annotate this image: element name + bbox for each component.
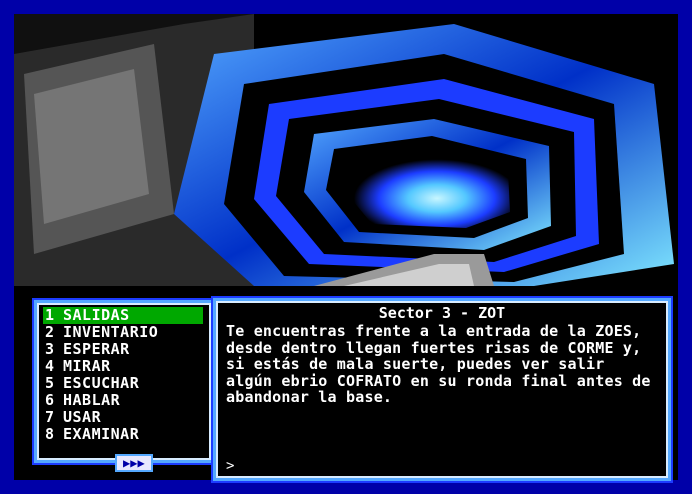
menu-item-hablar[interactable]: 6 HABLAR [43, 392, 203, 409]
menu-item-mirar[interactable]: 4 MIRAR [43, 358, 203, 375]
menu-item-label: ESCUCHAR [63, 374, 140, 392]
menu-item-number: 6 [45, 391, 55, 409]
menu-item-label: ESPERAR [63, 340, 130, 358]
game-screen: 1 SALIDAS 2 INVENTARIO 3 ESPERAR 4 MIRAR… [14, 14, 678, 481]
action-menu-panel: 1 SALIDAS 2 INVENTARIO 3 ESPERAR 4 MIRAR… [34, 300, 214, 472]
menu-item-label: SALIDAS [63, 306, 130, 324]
menu-item-label: INVENTARIO [63, 323, 159, 341]
menu-item-label: USAR [63, 408, 102, 426]
menu-item-number: 5 [45, 374, 55, 392]
menu-item-escuchar[interactable]: 5 ESCUCHAR [43, 375, 203, 392]
menu-item-number: 8 [45, 425, 55, 443]
tunnel-scene-image [14, 14, 678, 286]
menu-item-inventario[interactable]: 2 INVENTARIO [43, 324, 203, 341]
menu-item-number: 4 [45, 357, 55, 375]
action-menu: 1 SALIDAS 2 INVENTARIO 3 ESPERAR 4 MIRAR… [43, 307, 203, 443]
menu-item-number: 1 [45, 306, 55, 324]
more-options-button[interactable]: ▶▶▶ [115, 454, 153, 472]
location-text-panel: Sector 3 - ZOT Te encuentras frente a la… [213, 298, 671, 481]
location-description: Te encuentras frente a la entrada de la … [226, 322, 651, 406]
menu-item-salidas[interactable]: 1 SALIDAS [43, 307, 203, 324]
menu-item-number: 7 [45, 408, 55, 426]
menu-item-label: HABLAR [63, 391, 121, 409]
menu-item-esperar[interactable]: 3 ESPERAR [43, 341, 203, 358]
menu-item-label: EXAMINAR [63, 425, 140, 443]
location-title: Sector 3 - ZOT [378, 304, 506, 322]
command-prompt[interactable]: > [226, 458, 234, 474]
menu-item-label: MIRAR [63, 357, 111, 375]
menu-item-examinar[interactable]: 8 EXAMINAR [43, 426, 203, 443]
menu-item-number: 2 [45, 323, 55, 341]
menu-item-number: 3 [45, 340, 55, 358]
menu-item-usar[interactable]: 7 USAR [43, 409, 203, 426]
